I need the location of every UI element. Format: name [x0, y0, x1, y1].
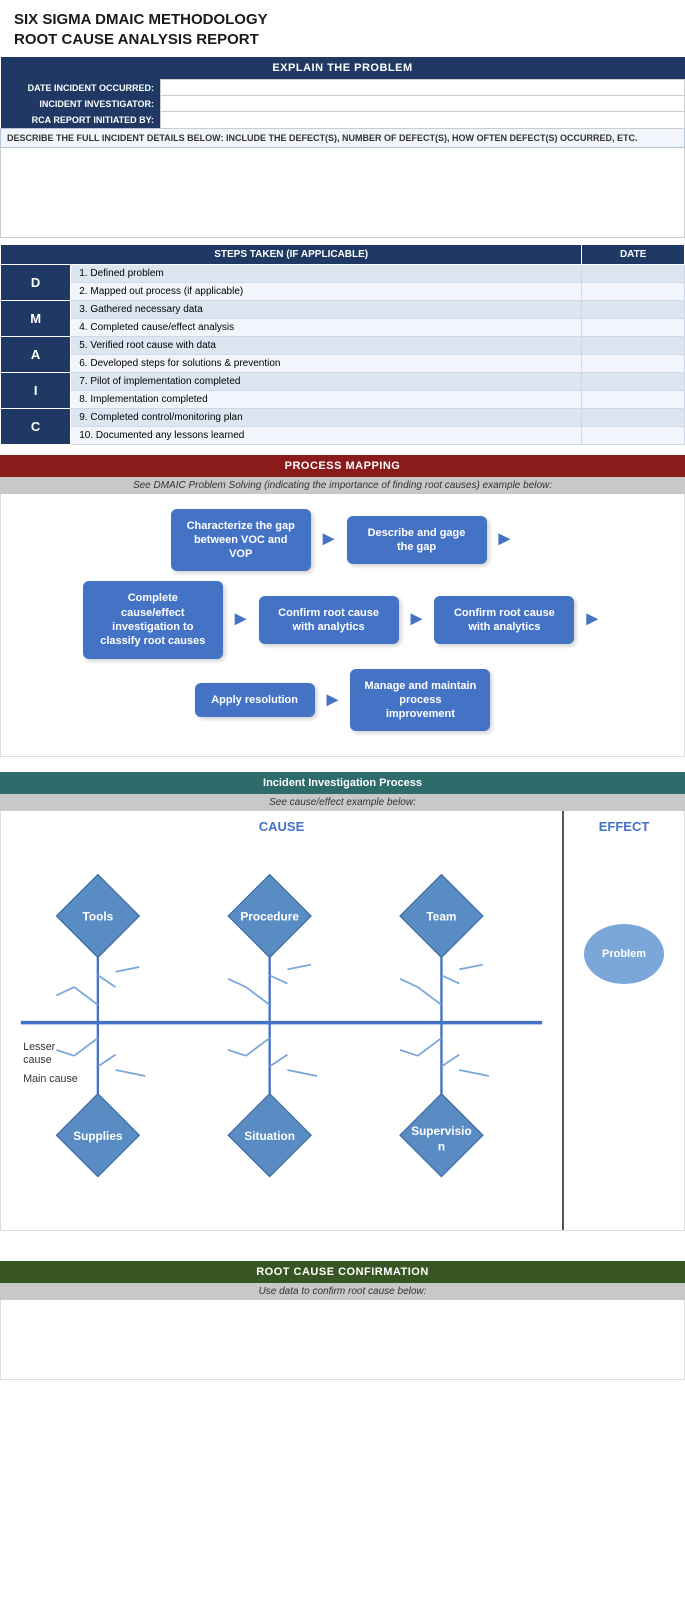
- flow-box-7: Manage and maintain process improvement: [350, 669, 490, 732]
- fishbone-diagram: Tools Procedure Team: [9, 839, 554, 1218]
- table-row: 4. Completed cause/effect analysis: [1, 318, 685, 336]
- flow-box-1: Characterize the gap between VOC and VOP: [171, 509, 311, 572]
- arrow-2: ►: [495, 528, 515, 551]
- incident-sub: See cause/effect example below:: [0, 794, 685, 811]
- report-title-line1: SIX SIGMA DMAIC METHODOLOGY: [14, 10, 671, 30]
- step-4: 4. Completed cause/effect analysis: [71, 318, 582, 336]
- flow-box-2: Describe and gage the gap: [347, 516, 487, 565]
- step-6: 6. Developed steps for solutions & preve…: [71, 354, 582, 372]
- initiated-label: RCA REPORT INITIATED BY:: [1, 112, 161, 129]
- step-6-date[interactable]: [582, 354, 685, 372]
- svg-text:Situation: Situation: [244, 1129, 295, 1143]
- flow-row-3: Apply resolution ► Manage and maintain p…: [11, 669, 674, 732]
- flow-row-1: Characterize the gap between VOC and VOP…: [11, 509, 674, 572]
- flow-row-2: Complete cause/effect investigation to c…: [11, 581, 674, 658]
- table-row: M 3. Gathered necessary data: [1, 300, 685, 318]
- investigator-value[interactable]: [161, 96, 685, 112]
- rcc-header: ROOT CAUSE CONFIRMATION: [0, 1261, 685, 1283]
- arrow-3: ►: [231, 608, 251, 631]
- process-mapping-sub: See DMAIC Problem Solving (indicating th…: [0, 477, 685, 494]
- svg-text:n: n: [438, 1140, 445, 1154]
- step-2: 2. Mapped out process (if applicable): [71, 282, 582, 300]
- arrow-1: ►: [319, 528, 339, 551]
- table-row: 6. Developed steps for solutions & preve…: [1, 354, 685, 372]
- step-5-date[interactable]: [582, 336, 685, 354]
- incident-investigation-section: Incident Investigation Process See cause…: [0, 772, 685, 1230]
- cause-section: CAUSE Tools Procedure Team: [1, 811, 564, 1229]
- incident-header: Incident Investigation Process: [0, 772, 685, 794]
- problem-oval: Problem: [584, 924, 664, 984]
- cause-label: CAUSE: [9, 819, 554, 839]
- rcc-content[interactable]: [0, 1300, 685, 1380]
- steps-col2-header: DATE: [582, 244, 685, 264]
- step-10-date[interactable]: [582, 426, 685, 444]
- table-row: C 9. Completed control/monitoring plan: [1, 408, 685, 426]
- incident-details-input[interactable]: [1, 147, 685, 237]
- step-9: 9. Completed control/monitoring plan: [71, 408, 582, 426]
- step-7-date[interactable]: [582, 372, 685, 390]
- arrow-6: ►: [323, 689, 343, 712]
- arrow-4: ►: [407, 608, 427, 631]
- process-mapping-section: PROCESS MAPPING See DMAIC Problem Solvin…: [0, 455, 685, 758]
- investigator-label: INCIDENT INVESTIGATOR:: [1, 96, 161, 112]
- table-row: I 7. Pilot of implementation completed: [1, 372, 685, 390]
- description-prompt: DESCRIBE THE FULL INCIDENT DETAILS BELOW…: [1, 128, 685, 147]
- report-title-section: SIX SIGMA DMAIC METHODOLOGY ROOT CAUSE A…: [0, 0, 685, 57]
- explain-problem-table: EXPLAIN THE PROBLEM DATE INCIDENT OCCURR…: [0, 57, 685, 238]
- svg-text:Tools: Tools: [83, 910, 114, 924]
- step-8: 8. Implementation completed: [71, 390, 582, 408]
- table-row: D 1. Defined problem: [1, 264, 685, 282]
- effect-label: EFFECT: [599, 819, 650, 844]
- flow-box-6: Apply resolution: [195, 683, 315, 717]
- svg-text:Procedure: Procedure: [240, 910, 299, 924]
- table-row: 10. Documented any lessons learned: [1, 426, 685, 444]
- flow-box-4: Confirm root cause with analytics: [259, 596, 399, 645]
- svg-text:Supplies: Supplies: [73, 1129, 123, 1143]
- flow-diagram: Characterize the gap between VOC and VOP…: [0, 494, 685, 758]
- initiated-value[interactable]: [161, 112, 685, 129]
- effect-section: EFFECT Problem: [564, 811, 684, 1229]
- svg-text:Lesser: Lesser: [23, 1041, 55, 1053]
- table-row: A 5. Verified root cause with data: [1, 336, 685, 354]
- svg-text:cause: cause: [23, 1054, 52, 1066]
- flow-box-3: Complete cause/effect investigation to c…: [83, 581, 223, 658]
- step-3-date[interactable]: [582, 300, 685, 318]
- svg-text:Main cause: Main cause: [23, 1073, 78, 1085]
- step-3: 3. Gathered necessary data: [71, 300, 582, 318]
- step-8-date[interactable]: [582, 390, 685, 408]
- step-7: 7. Pilot of implementation completed: [71, 372, 582, 390]
- step-1: 1. Defined problem: [71, 264, 582, 282]
- date-value[interactable]: [161, 80, 685, 96]
- svg-text:Supervisio: Supervisio: [411, 1125, 471, 1139]
- step-10: 10. Documented any lessons learned: [71, 426, 582, 444]
- step-1-date[interactable]: [582, 264, 685, 282]
- step-5: 5. Verified root cause with data: [71, 336, 582, 354]
- steps-col1-header: STEPS TAKEN (IF APPLICABLE): [1, 244, 582, 264]
- date-label: DATE INCIDENT OCCURRED:: [1, 80, 161, 96]
- steps-table: STEPS TAKEN (IF APPLICABLE) DATE D 1. De…: [0, 244, 685, 445]
- step-4-date[interactable]: [582, 318, 685, 336]
- cause-effect-wrapper: CAUSE Tools Procedure Team: [0, 811, 685, 1230]
- table-row: 8. Implementation completed: [1, 390, 685, 408]
- step-9-date[interactable]: [582, 408, 685, 426]
- rcc-sub: Use data to confirm root cause below:: [0, 1283, 685, 1300]
- process-mapping-header: PROCESS MAPPING: [0, 455, 685, 477]
- step-2-date[interactable]: [582, 282, 685, 300]
- table-row: 2. Mapped out process (if applicable): [1, 282, 685, 300]
- flow-box-5: Confirm root cause with analytics: [434, 596, 574, 645]
- svg-text:Team: Team: [426, 910, 456, 924]
- arrow-5: ►: [582, 608, 602, 631]
- root-cause-confirmation-section: ROOT CAUSE CONFIRMATION Use data to conf…: [0, 1261, 685, 1380]
- explain-header: EXPLAIN THE PROBLEM: [1, 57, 685, 80]
- report-title-line2: ROOT CAUSE ANALYSIS REPORT: [14, 30, 671, 50]
